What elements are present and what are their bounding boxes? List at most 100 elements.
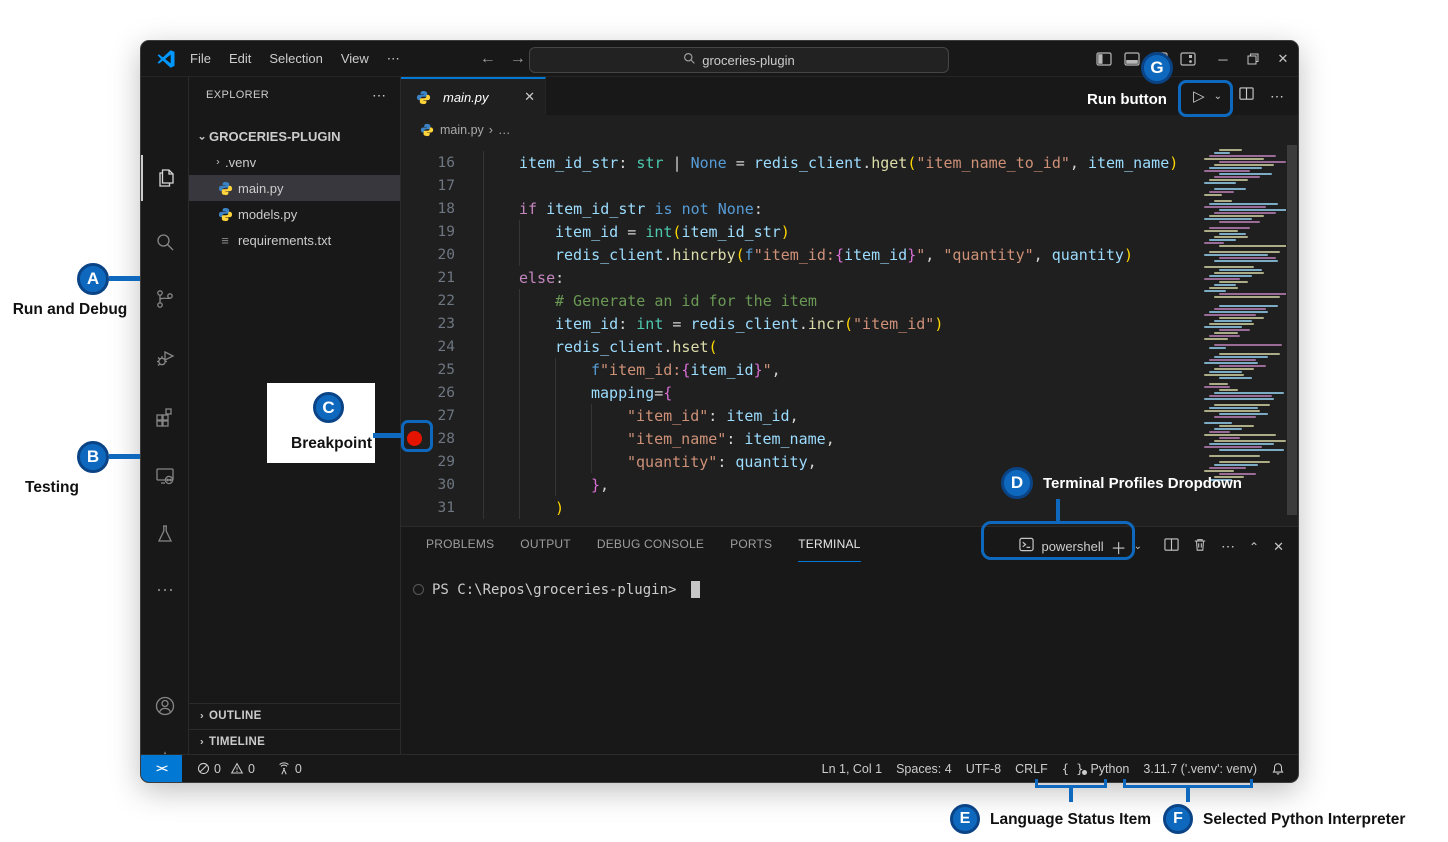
- minimap[interactable]: [1198, 145, 1286, 526]
- search-icon: [683, 52, 696, 68]
- annotation-d-box: [981, 521, 1135, 560]
- code-line-17[interactable]: 17: [401, 174, 1196, 197]
- activity-source-control-icon[interactable]: [141, 276, 188, 322]
- line-number: 26: [427, 385, 455, 401]
- code-line-24[interactable]: 24redis_client.hset(: [401, 335, 1196, 358]
- maximize-panel-icon[interactable]: ⌃: [1249, 540, 1259, 554]
- tree-root-folder[interactable]: ⌄ GROCERIES-PLUGIN: [189, 123, 400, 149]
- outline-section[interactable]: › OUTLINE: [189, 703, 400, 728]
- command-center-search[interactable]: groceries-plugin: [529, 47, 949, 73]
- file-item-main-py[interactable]: main.py: [189, 175, 400, 201]
- panel-more-actions-icon[interactable]: ⋯: [1221, 538, 1235, 555]
- vscode-logo-icon: [156, 49, 176, 69]
- glyph-margin[interactable]: [401, 243, 427, 266]
- line-number: 23: [427, 316, 455, 332]
- panel-tab-problems[interactable]: PROBLEMS: [426, 527, 494, 562]
- panel-tab-debug-console[interactable]: DEBUG CONSOLE: [597, 527, 704, 562]
- menu-view[interactable]: View: [332, 47, 378, 71]
- python-interpreter-status[interactable]: 3.11.7 ('.venv': venv): [1136, 755, 1264, 782]
- minimize-button[interactable]: ─: [1208, 44, 1238, 74]
- menu-more[interactable]: ⋯: [378, 47, 409, 71]
- glyph-margin[interactable]: [401, 312, 427, 335]
- kill-terminal-icon[interactable]: [1193, 537, 1207, 557]
- glyph-margin[interactable]: [401, 473, 427, 496]
- file-item-models-py[interactable]: models.py: [189, 201, 400, 227]
- file-label: .venv: [225, 155, 256, 170]
- restore-button[interactable]: [1238, 44, 1268, 74]
- indentation[interactable]: Spaces: 4: [889, 755, 959, 782]
- activity-testing-icon[interactable]: [141, 511, 188, 557]
- bottom-panel: PROBLEMS OUTPUT DEBUG CONSOLE PORTS TERMINAL…: [401, 526, 1298, 754]
- close-window-button[interactable]: ✕: [1268, 44, 1298, 74]
- code-line-19[interactable]: 19item_id = int(item_id_str): [401, 220, 1196, 243]
- activity-bar: [141, 77, 189, 754]
- language-label: Python: [1090, 762, 1129, 776]
- customize-layout-icon[interactable]: [1174, 46, 1202, 72]
- breadcrumb[interactable]: main.py › …: [401, 115, 1298, 145]
- code-line-25[interactable]: 25f"item_id:{item_id}",: [401, 358, 1196, 381]
- file-item-requirements-txt[interactable]: ≡requirements.txt: [189, 227, 400, 253]
- code-line-16[interactable]: 16item_id_str: str | None = redis_client…: [401, 151, 1196, 174]
- cursor-position[interactable]: Ln 1, Col 1: [815, 755, 889, 782]
- panel-tab-output[interactable]: OUTPUT: [520, 527, 571, 562]
- activity-accounts-icon[interactable]: [141, 683, 188, 729]
- activity-run-and-debug-icon[interactable]: [141, 335, 188, 381]
- menu-edit[interactable]: Edit: [220, 47, 260, 71]
- terminal[interactable]: PS C:\Repos\groceries-plugin>: [401, 569, 1298, 755]
- code-line-26[interactable]: 26mapping={: [401, 381, 1196, 404]
- activity-explorer-icon[interactable]: [141, 155, 190, 201]
- glyph-margin[interactable]: [401, 197, 427, 220]
- glyph-margin[interactable]: [401, 289, 427, 312]
- encoding[interactable]: UTF-8: [959, 755, 1008, 782]
- editor-scrollbar[interactable]: [1286, 145, 1298, 526]
- notifications-bell-icon[interactable]: [1264, 755, 1292, 782]
- nav-back-icon[interactable]: ←: [473, 50, 503, 68]
- glyph-margin[interactable]: [401, 266, 427, 289]
- ports-status[interactable]: 0: [270, 755, 309, 782]
- glyph-margin[interactable]: [401, 174, 427, 197]
- timeline-section[interactable]: › TIMELINE: [189, 729, 400, 754]
- title-bar: FileEditSelectionView⋯ ← → groceries-plu…: [141, 41, 1298, 77]
- glyph-margin[interactable]: [401, 450, 427, 473]
- code-line-27[interactable]: 27"item_id": item_id,: [401, 404, 1196, 427]
- code-line-22[interactable]: 22# Generate an id for the item: [401, 289, 1196, 312]
- panel-tab-ports[interactable]: PORTS: [730, 527, 772, 562]
- menu-file[interactable]: File: [181, 47, 220, 71]
- line-number: 20: [427, 247, 455, 263]
- code-area[interactable]: 16item_id_str: str | None = redis_client…: [401, 145, 1298, 526]
- editor-more-actions-icon[interactable]: ⋯: [1264, 88, 1290, 105]
- glyph-margin[interactable]: [401, 496, 427, 519]
- activity-extensions-icon[interactable]: [141, 394, 188, 440]
- code-line-29[interactable]: 29"quantity": quantity,: [401, 450, 1196, 473]
- explorer-more-actions-icon[interactable]: ⋯: [372, 87, 386, 104]
- code-line-31[interactable]: 31): [401, 496, 1196, 519]
- scrollbar-slider[interactable]: [1287, 145, 1297, 515]
- code-line-20[interactable]: 20redis_client.hincrby(f"item_id:{item_i…: [401, 243, 1196, 266]
- code-line-23[interactable]: 23item_id: int = redis_client.incr("item…: [401, 312, 1196, 335]
- language-status-item[interactable]: { } Python: [1055, 755, 1137, 782]
- activity-search-icon[interactable]: [141, 219, 188, 265]
- activity-more-icon[interactable]: [141, 567, 188, 613]
- code-line-28[interactable]: 28"item_name": item_name,: [401, 427, 1196, 450]
- problems-status[interactable]: 0 0: [190, 755, 262, 782]
- explorer-title: EXPLORER: [206, 89, 269, 101]
- code-line-18[interactable]: 18if item_id_str is not None:: [401, 197, 1196, 220]
- toggle-primary-sidebar-icon[interactable]: [1090, 46, 1118, 72]
- file-item--venv[interactable]: ›.venv: [189, 149, 400, 175]
- close-panel-icon[interactable]: ✕: [1273, 539, 1284, 555]
- menu-selection[interactable]: Selection: [260, 47, 331, 71]
- line-number: 21: [427, 270, 455, 286]
- code-line-21[interactable]: 21else:: [401, 266, 1196, 289]
- glyph-margin[interactable]: [401, 381, 427, 404]
- glyph-margin[interactable]: [401, 220, 427, 243]
- split-terminal-icon[interactable]: [1164, 537, 1179, 557]
- glyph-margin[interactable]: [401, 335, 427, 358]
- glyph-margin[interactable]: [401, 358, 427, 381]
- eol-sequence[interactable]: CRLF: [1008, 755, 1055, 782]
- glyph-margin[interactable]: [401, 151, 427, 174]
- remote-indicator[interactable]: ><: [141, 755, 182, 782]
- tab-main-py[interactable]: main.py ✕: [401, 77, 546, 115]
- close-tab-icon[interactable]: ✕: [524, 89, 535, 105]
- split-editor-icon[interactable]: [1233, 86, 1260, 106]
- panel-tab-terminal[interactable]: TERMINAL: [798, 527, 860, 562]
